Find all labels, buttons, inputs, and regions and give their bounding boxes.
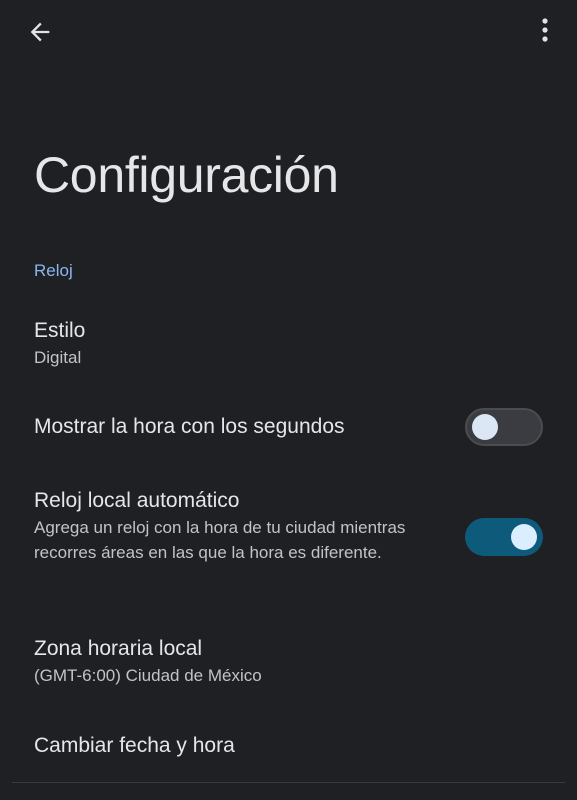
setting-style-title: Estilo [34,319,86,342]
setting-show-seconds-title: Mostrar la hora con los segundos [34,415,345,438]
setting-auto-home-clock[interactable]: Reloj local automático Agrega un reloj c… [0,478,577,590]
setting-auto-home-clock-title: Reloj local automático [34,489,240,512]
top-app-bar [0,0,577,64]
toggle-knob [511,524,537,550]
show-seconds-toggle[interactable] [465,408,543,446]
setting-home-timezone-value: (GMT-6:00) Ciudad de México [34,666,262,685]
setting-style[interactable]: Estilo Digital [0,310,577,376]
arrow-back-icon [26,18,54,51]
bottom-divider [12,782,565,783]
more-options-button[interactable] [527,12,563,52]
setting-change-date-time-title: Cambiar fecha y hora [34,734,235,757]
auto-home-clock-toggle[interactable] [465,518,543,556]
setting-home-timezone-title: Zona horaria local [34,637,203,660]
setting-home-timezone[interactable]: Zona horaria local (GMT-6:00) Ciudad de … [0,628,577,694]
section-header-clock: Reloj [34,261,73,280]
setting-change-date-time[interactable]: Cambiar fecha y hora [0,722,577,772]
more-vert-icon [540,16,550,49]
back-button[interactable] [20,14,60,54]
page-title: Configuración [34,147,339,203]
setting-style-value: Digital [34,348,82,367]
setting-auto-home-clock-description: Agrega un reloj con la hora de tu ciudad… [34,518,406,562]
toggle-knob [472,414,498,440]
setting-show-seconds[interactable]: Mostrar la hora con los segundos [0,398,577,458]
